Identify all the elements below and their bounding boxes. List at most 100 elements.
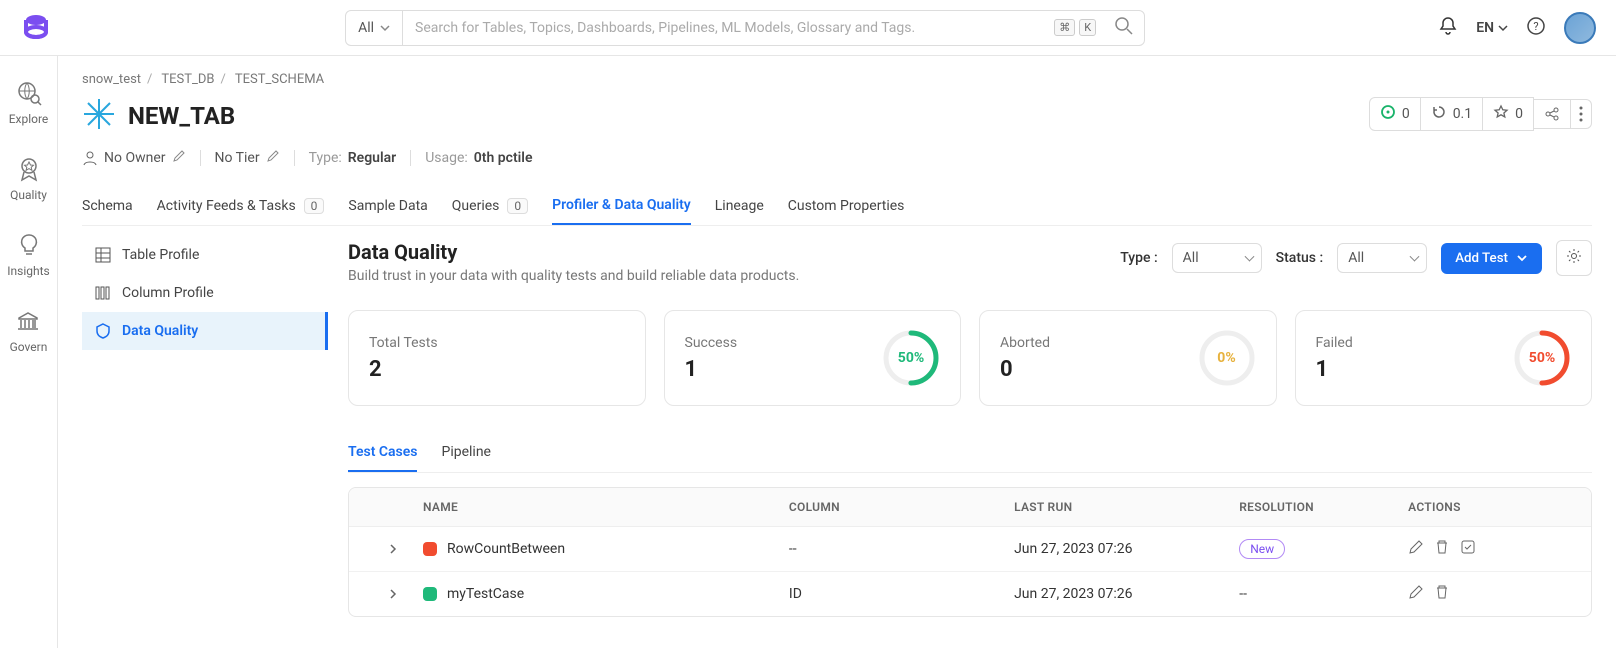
test-name[interactable]: myTestCase [447,586,524,602]
chevron-down-icon [1498,23,1508,33]
failed-ring: 50% [1513,329,1571,387]
kbd-cmd: ⌘ [1054,19,1075,36]
delete-icon[interactable] [1434,584,1450,604]
th-actions: ACTIONS [1408,500,1577,514]
edit-owner-icon[interactable] [172,149,186,167]
chevron-down-icon [380,23,390,33]
type-filter-select[interactable]: All [1172,243,1262,273]
data-quality-panel: Data Quality Build trust in your data wi… [328,226,1592,617]
header-actions: 0 0.1 0 [1369,97,1592,131]
success-ring: 50% [882,329,940,387]
columns-icon [94,284,112,302]
nav-sidebar: Explore Quality Insights Govern [0,56,58,648]
version-pill[interactable]: 0.1 [1421,97,1483,131]
table-row: myTestCase ID Jun 27, 2023 07:26 -- [349,572,1591,616]
card-success: Success1 50% [664,310,962,406]
edit-icon[interactable] [1408,584,1424,604]
entity-meta: No Owner No Tier Type: Regular Usage: 0t… [82,149,1592,167]
row-actions [1408,584,1577,604]
card-failed: Failed1 50% [1295,310,1593,406]
edit-icon[interactable] [1408,539,1424,559]
search-filter-dropdown[interactable]: All [346,11,403,45]
test-name[interactable]: RowCountBetween [447,541,565,557]
sidebar-item-insights[interactable]: Insights [7,232,49,278]
dq-subtitle: Build trust in your data with quality te… [348,268,799,284]
test-column: ID [789,586,1014,602]
status-filter-select[interactable]: All [1337,243,1427,273]
tab-custom[interactable]: Custom Properties [788,188,905,224]
topbar: All ⌘ K EN ? [0,0,1616,56]
table-icon [94,246,112,264]
th-name: NAME [423,500,789,514]
sidebar-item-govern[interactable]: Govern [10,308,48,354]
tier-field: No Tier [215,149,280,167]
search-icon[interactable] [1104,16,1144,40]
resolution-badge[interactable]: New [1239,539,1285,559]
more-button[interactable] [1571,99,1592,129]
kbd-k: K [1079,19,1096,36]
queries-badge: 0 [507,198,528,214]
breadcrumb-link[interactable]: TEST_SCHEMA [235,72,324,87]
type-filter-label: Type : [1120,250,1157,266]
star-pill[interactable]: 0 [1483,97,1534,131]
breadcrumb-link[interactable]: snow_test [82,72,141,87]
search-input[interactable] [403,20,1054,36]
settings-button[interactable] [1556,240,1592,276]
version-value: 0.1 [1453,106,1472,122]
activity-badge: 0 [304,198,325,214]
test-cases-table: NAME COLUMN LAST RUN RESOLUTION ACTIONS … [348,487,1592,617]
table-header: NAME COLUMN LAST RUN RESOLUTION ACTIONS [349,488,1591,527]
search-filter-label: All [358,20,374,36]
card-total: Total Tests2 [348,310,646,406]
subtab-test-cases[interactable]: Test Cases [348,434,417,472]
edit-tier-icon[interactable] [266,149,280,167]
language-selector[interactable]: EN [1476,20,1508,36]
kebab-icon [1579,106,1583,122]
left-item-data-quality[interactable]: Data Quality [82,312,328,350]
tab-sample-data[interactable]: Sample Data [348,188,427,224]
add-test-button[interactable]: Add Test [1441,243,1542,274]
th-last-run: LAST RUN [1014,500,1239,514]
delete-icon[interactable] [1434,539,1450,559]
topbar-right: EN ? [1438,12,1596,44]
lightbulb-icon [16,232,42,258]
tab-queries[interactable]: Queries0 [452,188,528,224]
left-item-column-profile[interactable]: Column Profile [82,274,328,312]
tab-profiler[interactable]: Profiler & Data Quality [552,187,691,225]
breadcrumb: snow_test/ TEST_DB/ TEST_SCHEMA [82,72,1592,87]
table-row: RowCountBetween -- Jun 27, 2023 07:26 Ne… [349,527,1591,572]
globe-search-icon [16,80,42,106]
breadcrumb-link[interactable]: TEST_DB [161,72,214,87]
expand-row-icon[interactable] [363,544,423,554]
sidebar-item-quality[interactable]: Quality [10,156,47,202]
owner-value: No Owner [104,150,166,166]
expand-row-icon[interactable] [363,589,423,599]
user-avatar[interactable] [1564,12,1596,44]
tab-activity[interactable]: Activity Feeds & Tasks0 [157,188,325,224]
aborted-ring: 0% [1198,329,1256,387]
search-bar: All ⌘ K [345,10,1145,46]
notifications-icon[interactable] [1438,16,1458,40]
sidebar-item-explore[interactable]: Explore [9,80,49,126]
sidebar-label: Insights [7,264,49,278]
check-icon[interactable] [1460,539,1476,559]
app-logo[interactable] [20,12,52,44]
row-actions [1408,539,1577,559]
type-value: Regular [348,150,396,166]
type-field: Type: Regular [309,150,397,166]
tab-lineage[interactable]: Lineage [715,188,764,224]
tab-schema[interactable]: Schema [82,188,133,224]
issues-pill[interactable]: 0 [1369,97,1421,131]
help-icon[interactable]: ? [1526,16,1546,40]
test-last-run: Jun 27, 2023 07:26 [1014,541,1239,557]
share-icon [1544,106,1560,122]
language-label: EN [1476,20,1494,36]
dq-subtabs: Test Cases Pipeline [348,434,1592,473]
stats-cards: Total Tests2 Success1 50% Aborted0 [348,310,1592,406]
quality-icon [94,322,112,340]
subtab-pipeline[interactable]: Pipeline [441,434,491,472]
history-icon [1431,104,1447,124]
share-button[interactable] [1534,99,1571,129]
resolution-cell: -- [1239,586,1408,602]
left-item-table-profile[interactable]: Table Profile [82,236,328,274]
